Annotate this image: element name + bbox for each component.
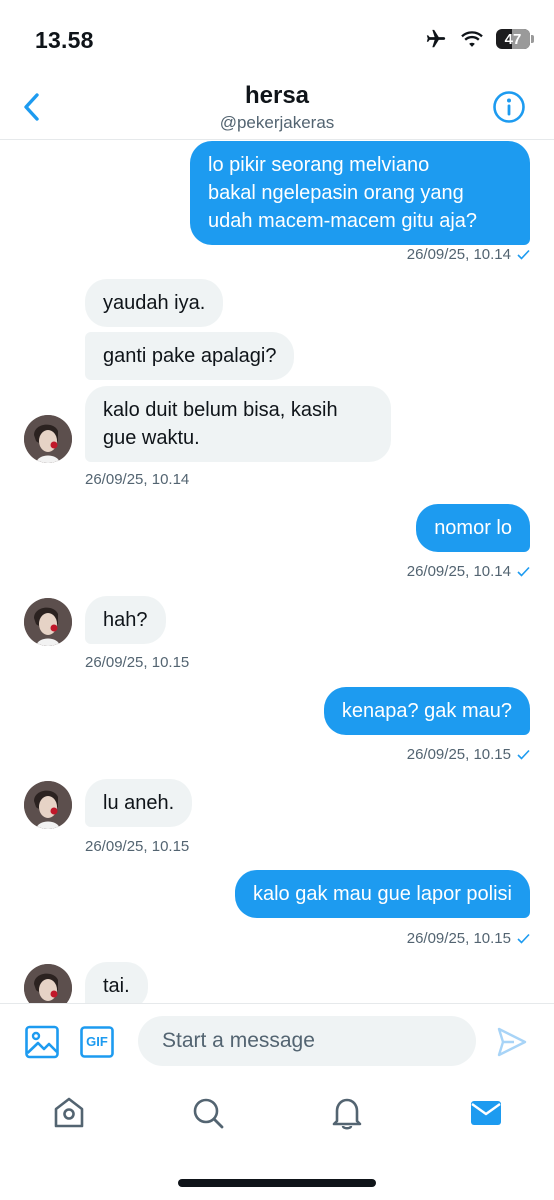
message-received[interactable]: yaudah iya. xyxy=(85,279,224,327)
image-icon[interactable] xyxy=(24,1024,60,1060)
message-timestamp: 26/09/25, 10.15 xyxy=(407,746,530,763)
conversation-header: hersa @pekerjakeras xyxy=(0,78,554,140)
message-composer: GIF xyxy=(0,1003,554,1081)
home-indicator[interactable] xyxy=(178,1179,376,1187)
message-timestamp: 26/09/25, 10.14 xyxy=(85,471,190,488)
timestamp-text: 26/09/25, 10.14 xyxy=(406,246,511,263)
read-check-icon xyxy=(517,933,530,944)
status-icons: 47 xyxy=(424,28,534,50)
status-bar: 13.58 47 xyxy=(0,0,554,78)
search-icon[interactable] xyxy=(190,1095,226,1131)
timestamp-text: 26/09/25, 10.14 xyxy=(406,563,511,580)
message-received[interactable]: kalo duit belum bisa, kasih gue waktu. xyxy=(85,386,391,462)
gif-button[interactable]: GIF xyxy=(80,1026,114,1058)
avatar[interactable] xyxy=(24,598,72,646)
timestamp-text: 26/09/25, 10.15 xyxy=(406,930,511,947)
message-sent[interactable]: kalo gak mau gue lapor polisi xyxy=(234,870,530,918)
message-sent[interactable]: kenapa? gak mau? xyxy=(323,687,530,735)
info-button[interactable] xyxy=(492,90,526,124)
wifi-icon xyxy=(461,31,483,47)
battery-tip xyxy=(531,35,534,43)
gif-label: GIF xyxy=(86,1034,108,1049)
send-icon[interactable] xyxy=(496,1026,528,1058)
message-input[interactable] xyxy=(138,1016,476,1066)
battery-percent: 47 xyxy=(504,30,522,48)
conversation-thread[interactable]: lo pikir seorang melviano bakal ngelepas… xyxy=(0,141,554,1003)
mail-icon[interactable] xyxy=(468,1095,504,1131)
battery-icon: 47 xyxy=(496,29,534,49)
read-check-icon xyxy=(517,566,530,577)
message-sent[interactable]: nomor lo xyxy=(416,504,530,552)
message-timestamp: 26/09/25, 10.15 xyxy=(85,838,190,855)
read-check-icon xyxy=(517,249,530,260)
message-received[interactable]: tai. xyxy=(85,962,148,1003)
message-received[interactable]: ganti pake apalagi? xyxy=(85,332,295,380)
battery-body: 47 xyxy=(496,29,530,49)
message-timestamp: 26/09/25, 10.14 xyxy=(407,563,530,580)
avatar[interactable] xyxy=(24,781,72,829)
message-timestamp: 26/09/25, 10.15 xyxy=(407,930,530,947)
home-icon[interactable] xyxy=(51,1095,87,1131)
read-check-icon xyxy=(517,749,530,760)
message-timestamp: 26/09/25, 10.14 xyxy=(407,246,530,263)
bell-icon[interactable] xyxy=(329,1095,365,1131)
status-time: 13.58 xyxy=(35,27,94,53)
contact-handle[interactable]: @pekerjakeras xyxy=(0,113,554,133)
timestamp-text: 26/09/25, 10.15 xyxy=(406,746,511,763)
message-timestamp: 26/09/25, 10.15 xyxy=(85,654,190,671)
message-sent[interactable]: lo pikir seorang melviano bakal ngelepas… xyxy=(190,141,530,245)
message-received[interactable]: lu aneh. xyxy=(85,779,193,827)
avatar[interactable] xyxy=(24,964,72,1003)
avatar[interactable] xyxy=(24,415,72,463)
airplane-icon xyxy=(426,29,446,48)
contact-name[interactable]: hersa xyxy=(0,82,554,110)
message-received[interactable]: hah? xyxy=(85,596,166,644)
